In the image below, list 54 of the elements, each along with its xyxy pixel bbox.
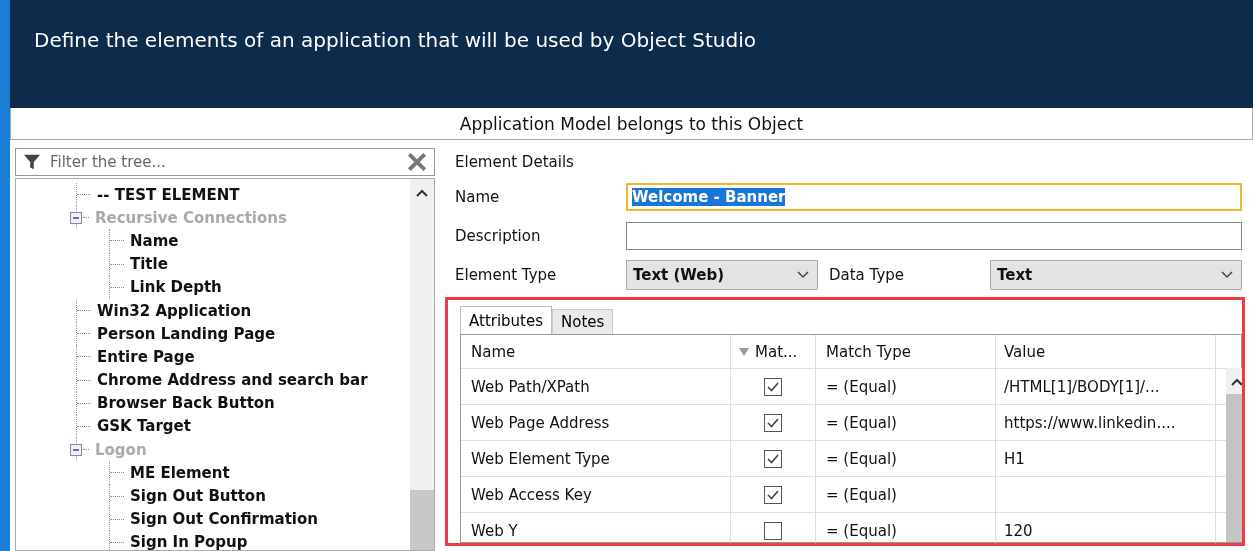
checkbox[interactable] [764, 449, 782, 468]
scroll-up-icon[interactable] [416, 189, 428, 197]
tab[interactable]: Notes [552, 309, 614, 334]
checkbox[interactable] [764, 377, 782, 396]
tree-item[interactable]: Chrome Address and search bar [97, 371, 368, 390]
name-field[interactable]: Welcome - Banner [626, 182, 1242, 211]
field-label: Data Type [828, 265, 906, 284]
field-label: Name [455, 187, 501, 206]
tree-item[interactable]: Entire Page [97, 347, 195, 366]
scroll-up-icon[interactable] [1231, 378, 1242, 386]
tree-item[interactable]: -- TEST ELEMENT [97, 185, 240, 204]
sort-icon[interactable] [739, 347, 749, 356]
table-cell: Web Element Type [461, 441, 731, 476]
table-cell: Web Access Key [461, 477, 731, 512]
scrollbar-thumb[interactable] [410, 490, 434, 550]
scrollbar-thumb[interactable] [1226, 394, 1242, 542]
tree-item[interactable]: Person Landing Page [97, 324, 276, 343]
table-cell: Web Path/XPath [461, 369, 731, 404]
description-field[interactable] [626, 221, 1242, 250]
table-cell: /HTML[1]/BODY[1]/... [996, 369, 1216, 404]
field-label: Element Type [455, 265, 558, 284]
tab[interactable]: Attributes [460, 306, 553, 334]
table-cell: 120 [996, 513, 1216, 543]
section-heading: Element Details [455, 153, 575, 173]
table-cell: Web Y [461, 513, 731, 543]
column-header[interactable]: Mat... [755, 342, 798, 361]
table-cell: = (Equal) [816, 477, 996, 512]
table-cell: Web Page Address [461, 405, 731, 440]
table-cell: H1 [996, 441, 1216, 476]
column-header[interactable]: Name [461, 335, 731, 368]
caret-icon [1221, 270, 1233, 279]
table-cell: = (Equal) [816, 369, 996, 404]
element-type-dropdown[interactable]: Text (Web) [626, 259, 818, 290]
checkbox[interactable] [764, 521, 782, 540]
checkbox[interactable] [764, 413, 782, 432]
section-title: Application Model belongs to this Object [459, 113, 804, 134]
close-icon[interactable] [406, 151, 428, 173]
data-type-dropdown[interactable]: Text [990, 259, 1242, 290]
caret-icon [797, 270, 809, 279]
tree-item[interactable]: GSK Target [97, 417, 191, 436]
table-cell: https://www.linkedin.... [996, 405, 1216, 440]
table-cell: = (Equal) [816, 441, 996, 476]
table-cell: = (Equal) [816, 405, 996, 440]
filter-box[interactable]: Filter the tree... [15, 148, 435, 176]
tree-item[interactable]: Browser Back Button [97, 394, 275, 413]
filter-icon [22, 153, 42, 171]
tree-item[interactable]: Win32 Application [97, 301, 252, 320]
column-header[interactable]: Match Type [816, 335, 996, 368]
table-cell: = (Equal) [816, 513, 996, 543]
field-label: Description [455, 226, 542, 245]
window-title: Define the elements of an application that will be used by Object Studio [34, 28, 756, 52]
filter-field[interactable]: Filter the tree... [48, 152, 400, 172]
checkbox[interactable] [764, 485, 782, 504]
column-header[interactable]: Value [996, 335, 1216, 368]
